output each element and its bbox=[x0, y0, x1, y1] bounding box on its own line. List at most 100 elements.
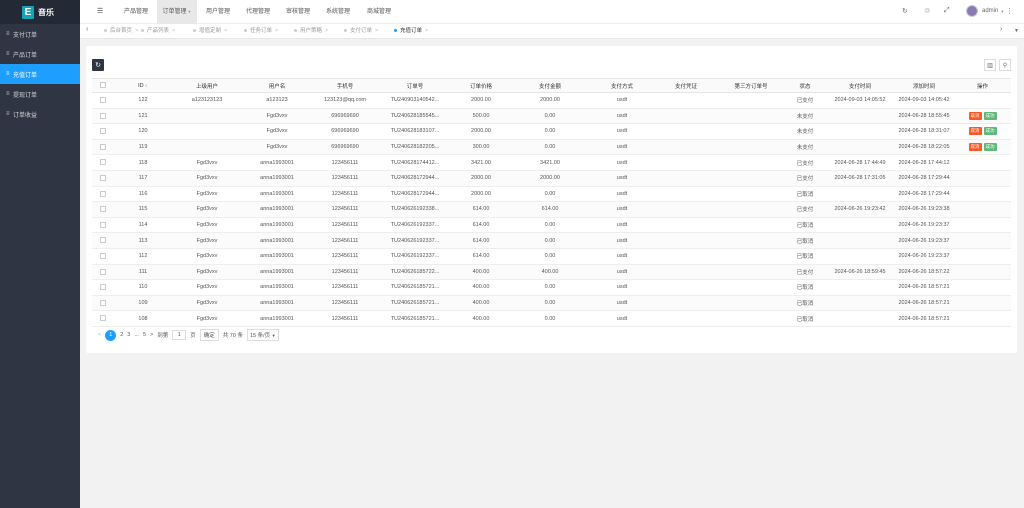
cancel-order-button[interactable]: 取消 bbox=[968, 143, 982, 152]
row-checkbox[interactable] bbox=[100, 97, 106, 104]
cell-pay-time bbox=[826, 217, 894, 234]
tab-label: 增值定制 bbox=[199, 28, 222, 34]
cell-order-no: TU240903140542... bbox=[378, 92, 452, 109]
sidebar-item-withdraw-orders[interactable]: ≡ 提现订单 bbox=[0, 84, 80, 104]
page-button[interactable]: 3 bbox=[127, 332, 130, 338]
close-icon[interactable]: × bbox=[275, 28, 278, 34]
cell-status: 已取消 bbox=[784, 279, 826, 296]
nav-agent-management[interactable]: 代理管理 bbox=[238, 0, 278, 24]
close-icon[interactable]: × bbox=[224, 28, 227, 34]
tab-pay-orders[interactable]: 支付订单 × bbox=[344, 24, 378, 39]
search-icon: ⚲ bbox=[1002, 62, 1008, 69]
next-page-button[interactable]: > bbox=[150, 332, 153, 338]
close-icon[interactable]: × bbox=[425, 28, 428, 34]
columns-filter-button[interactable]: ▥ bbox=[984, 59, 996, 71]
sort-icon[interactable]: ⇕ bbox=[145, 83, 148, 88]
cell-id: 117 bbox=[114, 170, 172, 187]
chevron-right-icon[interactable]: › bbox=[1000, 26, 1002, 33]
cell-phone: 123456111 bbox=[312, 248, 378, 265]
close-icon[interactable]: × bbox=[325, 28, 328, 34]
row-checkbox[interactable] bbox=[100, 112, 106, 119]
cell-price: 400.00 bbox=[452, 279, 510, 296]
sidebar-item-order-income[interactable]: ≡ 订单收益 bbox=[0, 104, 80, 124]
tab-task-orders[interactable]: 任务订单 × bbox=[244, 24, 278, 39]
cell-phone: 123456111 bbox=[312, 264, 378, 281]
goto-confirm-button[interactable]: 确定 bbox=[199, 329, 219, 341]
column-header: 状态 bbox=[784, 78, 826, 93]
close-icon[interactable]: × bbox=[375, 28, 378, 34]
cell-price: 614.00 bbox=[452, 232, 510, 249]
row-checkbox[interactable] bbox=[100, 299, 106, 306]
table-row: 117 Fgd3vxv anna1993001 123456111 TU24062817… bbox=[92, 170, 1011, 187]
tab-product-list[interactable]: 产品列表 × bbox=[141, 24, 175, 39]
cell-actions: 取消 成功 bbox=[954, 139, 1011, 156]
nav-mall-management[interactable]: 商城管理 bbox=[359, 0, 399, 24]
row-checkbox[interactable] bbox=[100, 128, 106, 135]
chevron-left-icon[interactable]: ‹ bbox=[86, 26, 88, 33]
row-checkbox[interactable] bbox=[100, 206, 106, 213]
sidebar-item-recharge-orders[interactable]: ≡ 充值订单 bbox=[0, 64, 80, 84]
mark-success-button[interactable]: 成功 bbox=[983, 111, 997, 120]
tab-recharge-orders[interactable]: 充值订单 × bbox=[394, 24, 428, 39]
search-button[interactable]: ⚲ bbox=[999, 59, 1011, 71]
cell-paid: 0.00 bbox=[510, 108, 590, 125]
cancel-order-button[interactable]: 取消 bbox=[968, 127, 982, 136]
nav-product-management[interactable]: 产品管理 bbox=[116, 0, 156, 24]
chevron-down-icon[interactable]: ▼ bbox=[1014, 28, 1019, 34]
fullscreen-icon[interactable]: ⤢ bbox=[944, 7, 950, 15]
column-header-id[interactable]: ID⇕ bbox=[114, 78, 172, 93]
row-checkbox[interactable] bbox=[100, 253, 106, 259]
mark-success-button[interactable]: 成功 bbox=[983, 127, 997, 136]
caret-down-icon: ▼ bbox=[187, 9, 192, 14]
nav-system-management[interactable]: 系统管理 bbox=[318, 0, 358, 24]
cell-status: 已支付 bbox=[784, 170, 826, 187]
cell-username: anna1993001 bbox=[242, 248, 312, 265]
tab-label: 充值订单 bbox=[400, 28, 423, 34]
sidebar-item-product-orders[interactable]: ≡ 产品订单 bbox=[0, 44, 80, 64]
row-checkbox[interactable] bbox=[100, 143, 106, 150]
refresh-icon[interactable]: ↻ bbox=[902, 7, 908, 15]
cancel-order-button[interactable]: 取消 bbox=[968, 111, 982, 120]
cell-paid: 0.00 bbox=[510, 217, 590, 234]
cell-add-time: 2024-06-26 18:57:22 bbox=[894, 264, 954, 281]
tab-home[interactable]: 后台首页 × bbox=[104, 24, 138, 39]
tab-user-strategy[interactable]: 用户策略 × bbox=[294, 24, 328, 39]
row-checkbox[interactable] bbox=[100, 159, 106, 166]
row-checkbox[interactable] bbox=[100, 237, 106, 244]
row-checkbox[interactable] bbox=[100, 268, 106, 275]
page-button-current[interactable]: 1 bbox=[105, 329, 117, 341]
clear-icon[interactable]: ♲ bbox=[924, 7, 930, 15]
cell-parent: Fgd3vxv bbox=[172, 217, 242, 234]
nav-user-management[interactable]: 用户管理 bbox=[198, 0, 238, 24]
page-button[interactable]: 2 bbox=[120, 332, 123, 338]
menu-toggle-icon[interactable]: ☰ bbox=[97, 7, 103, 15]
row-checkbox[interactable] bbox=[100, 175, 106, 182]
prev-page-button[interactable]: < bbox=[98, 332, 101, 338]
nav-review-management[interactable]: 审核管理 bbox=[278, 0, 318, 24]
select-all-checkbox[interactable] bbox=[100, 82, 106, 89]
more-icon[interactable]: ⋮ bbox=[1006, 7, 1013, 15]
row-checkbox[interactable] bbox=[100, 190, 106, 197]
cell-order-no: TU240626192337... bbox=[378, 217, 452, 234]
cell-method: usdt bbox=[590, 186, 654, 203]
row-checkbox[interactable] bbox=[100, 315, 106, 322]
page-size-select[interactable]: 15 条/页 ▼ bbox=[246, 329, 279, 341]
close-icon[interactable]: × bbox=[135, 28, 138, 34]
page-button[interactable]: 5 bbox=[143, 332, 146, 338]
mark-success-button[interactable]: 成功 bbox=[983, 143, 997, 152]
user-menu[interactable]: admin ▼ bbox=[966, 5, 1004, 17]
tab-value-added[interactable]: 增值定制 × bbox=[193, 24, 227, 39]
close-icon[interactable]: × bbox=[172, 28, 175, 34]
sidebar-item-pay-orders[interactable]: ≡ 支付订单 bbox=[0, 24, 80, 44]
logo[interactable]: E 音乐 bbox=[0, 0, 80, 24]
row-checkbox[interactable] bbox=[100, 284, 106, 291]
nav-order-management[interactable]: 订单管理▼ bbox=[157, 0, 197, 24]
cell-voucher bbox=[654, 264, 718, 281]
goto-page-input[interactable]: 1 bbox=[172, 330, 187, 340]
row-checkbox[interactable] bbox=[100, 221, 106, 228]
table-refresh-button[interactable]: ↻ bbox=[92, 59, 104, 71]
cell-price: 3421.00 bbox=[452, 154, 510, 171]
tab-dot-icon bbox=[344, 29, 347, 33]
cell-third bbox=[718, 154, 784, 171]
cell-id: 111 bbox=[114, 264, 172, 281]
